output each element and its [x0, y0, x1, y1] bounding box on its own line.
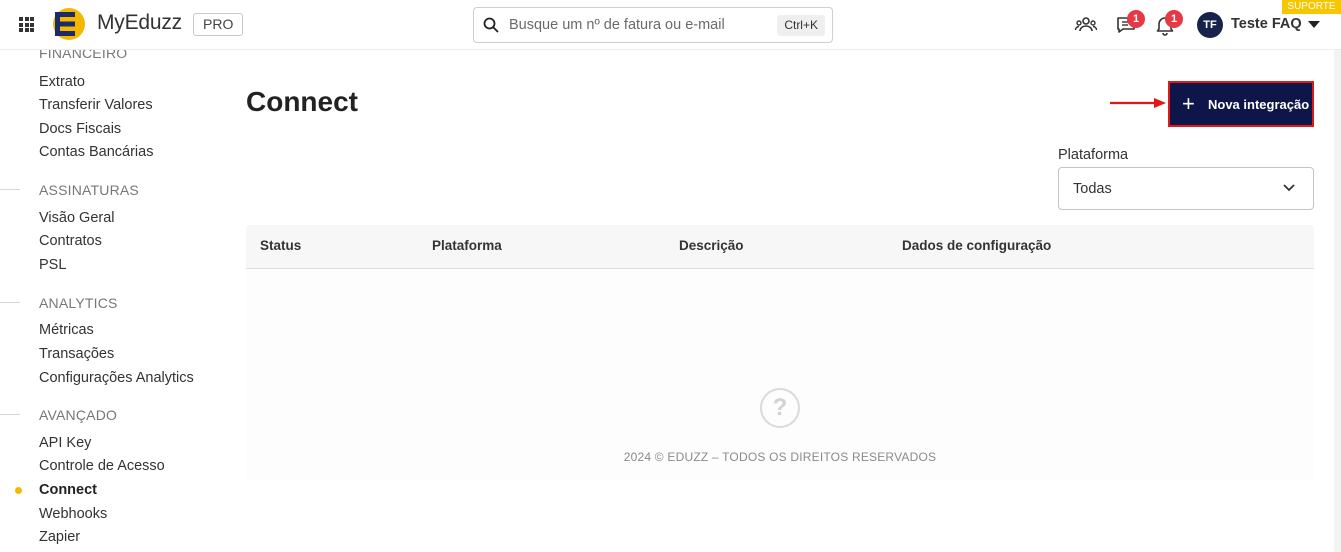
column-descricao[interactable]: Descrição — [679, 238, 744, 253]
search-shortcut: Ctrl+K — [777, 15, 825, 36]
help-icon: ? — [760, 388, 800, 428]
footer-copyright: 2024 © EDUZZ – TODOS OS DIREITOS RESERVA… — [623, 450, 937, 464]
sidebar-section-avancado: AVANÇADO — [39, 407, 118, 423]
brand-name[interactable]: MyEduzz — [97, 11, 182, 35]
sidebar-item-connect[interactable]: Connect — [39, 482, 97, 498]
avatar[interactable]: TF — [1197, 12, 1223, 38]
users-icon[interactable] — [1074, 13, 1098, 37]
plan-badge: PRO — [193, 13, 244, 36]
sidebar-item-visao-geral[interactable]: Visão Geral — [39, 210, 115, 226]
top-bar: MyEduzz PRO Ctrl+K 1 1 TF Teste FAQ SUPO… — [0, 0, 1341, 50]
platform-filter-select[interactable]: Todas — [1058, 167, 1314, 210]
annotation-arrow-icon — [1110, 98, 1166, 108]
sidebar-item-zapier[interactable]: Zapier — [39, 529, 80, 545]
search-input[interactable] — [509, 14, 744, 36]
column-status[interactable]: Status — [260, 238, 301, 253]
sidebar-item-transacoes[interactable]: Transações — [39, 346, 114, 362]
chevron-down-icon — [1283, 184, 1295, 192]
chevron-down-icon[interactable] — [1308, 21, 1320, 28]
sidebar-item-extrato[interactable]: Extrato — [39, 74, 85, 90]
sidebar-item-docs-fiscais[interactable]: Docs Fiscais — [39, 121, 121, 137]
section-divider — [0, 189, 20, 190]
sidebar-item-configuracoes-analytics[interactable]: Configurações Analytics — [39, 370, 194, 386]
support-tab[interactable]: SUPORTE — [1282, 0, 1341, 14]
scrollbar[interactable] — [1334, 50, 1341, 552]
section-divider — [0, 414, 20, 415]
sidebar-section-financeiro: FINANCEIRO — [39, 50, 128, 61]
table-header: Status Plataforma Descrição Dados de con… — [246, 225, 1314, 269]
page-title: Connect — [246, 86, 358, 117]
search-box[interactable]: Ctrl+K — [473, 7, 833, 43]
eduzz-logo-icon[interactable] — [51, 7, 87, 41]
messages-badge: 1 — [1127, 10, 1145, 28]
active-indicator — [15, 487, 22, 494]
notifications-badge: 1 — [1165, 10, 1183, 28]
platform-filter-label: Plataforma — [1058, 147, 1129, 163]
sidebar-section-analytics: ANALYTICS — [39, 295, 118, 311]
sidebar-item-contas-bancarias[interactable]: Contas Bancárias — [39, 144, 153, 160]
user-name[interactable]: Teste FAQ — [1231, 16, 1302, 32]
sidebar-item-contratos[interactable]: Contratos — [39, 233, 102, 249]
apps-grid-icon[interactable] — [19, 17, 34, 32]
new-integration-label: Nova integração — [1208, 97, 1310, 112]
sidebar-item-transferir-valores[interactable]: Transferir Valores — [39, 97, 153, 113]
sidebar: FINANCEIRO Extrato Transferir Valores Do… — [0, 50, 226, 552]
section-divider — [0, 302, 20, 303]
table-body-empty — [246, 269, 1314, 479]
sidebar-section-assinaturas: ASSINATURAS — [39, 182, 139, 198]
sidebar-item-psl[interactable]: PSL — [39, 257, 66, 273]
column-plataforma[interactable]: Plataforma — [432, 238, 502, 253]
search-icon — [483, 17, 499, 33]
column-dados-de-configuracao[interactable]: Dados de configuração — [902, 238, 1051, 253]
sidebar-item-api-key[interactable]: API Key — [39, 435, 91, 451]
new-integration-button[interactable]: + Nova integração — [1168, 81, 1314, 127]
platform-filter-value: Todas — [1073, 181, 1112, 197]
sidebar-item-webhooks[interactable]: Webhooks — [39, 506, 107, 522]
plus-icon: + — [1182, 91, 1195, 116]
sidebar-item-metricas[interactable]: Métricas — [39, 322, 94, 338]
sidebar-item-controle-de-acesso[interactable]: Controle de Acesso — [39, 458, 165, 474]
